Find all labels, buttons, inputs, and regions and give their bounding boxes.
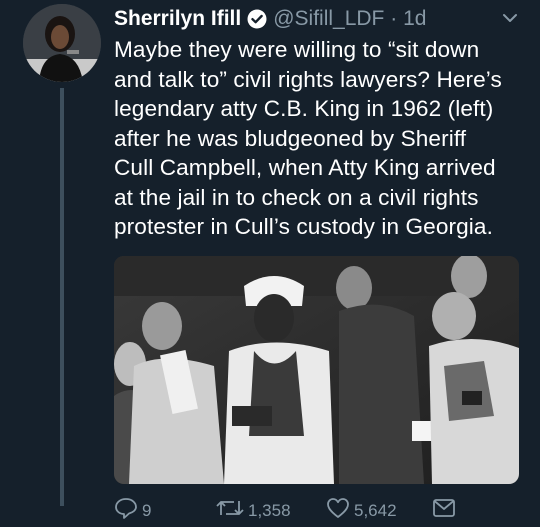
retweet-count: 1,358 <box>248 500 291 520</box>
verified-badge-icon <box>247 9 267 29</box>
tweet-text: Maybe they were willing to “sit down and… <box>114 37 502 239</box>
avatar[interactable] <box>23 4 101 82</box>
tweet-photo[interactable] <box>114 256 519 484</box>
tweet-time[interactable]: 1d <box>403 7 426 31</box>
reply-button[interactable]: 9 <box>114 497 151 524</box>
retweet-button[interactable]: 1,358 <box>216 497 291 524</box>
author-handle[interactable]: @Sifill_LDF <box>273 7 384 31</box>
tweet-header: Sherrilyn Ifill @Sifill_LDF · 1d <box>114 4 520 34</box>
retweet-icon <box>216 497 244 524</box>
thread-line <box>60 88 64 506</box>
share-icon <box>432 497 456 524</box>
reply-icon <box>114 497 138 524</box>
author-name[interactable]: Sherrilyn Ifill <box>114 7 241 31</box>
separator-dot: · <box>384 7 404 30</box>
share-button[interactable] <box>432 497 456 524</box>
like-icon <box>326 497 350 524</box>
reply-count: 9 <box>142 500 152 520</box>
like-count: 5,642 <box>354 500 397 520</box>
tweet-actions: 9 1,358 5,642 <box>114 497 520 523</box>
like-button[interactable]: 5,642 <box>326 497 397 524</box>
chevron-down-icon[interactable] <box>500 8 520 34</box>
